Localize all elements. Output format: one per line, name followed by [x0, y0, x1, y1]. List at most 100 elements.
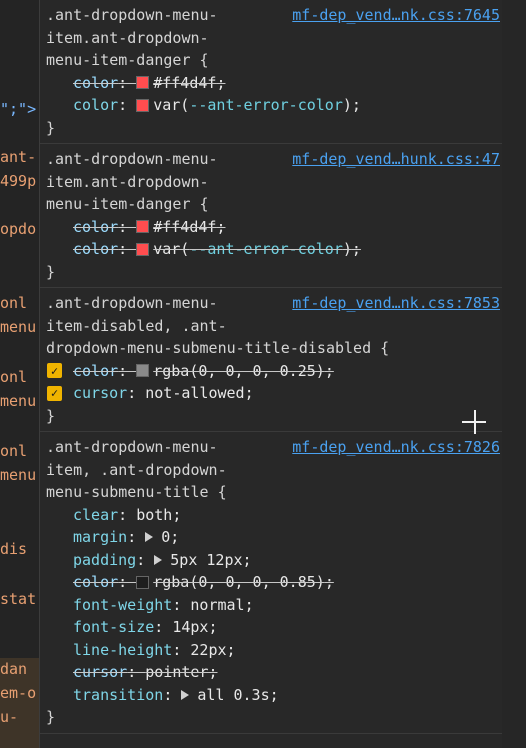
rule-closing-brace: } — [46, 406, 56, 425]
gutter-text-fragment: dan — [0, 660, 28, 678]
declaration-property[interactable]: transition — [73, 686, 163, 704]
declaration-colon: : — [163, 685, 182, 704]
declaration-semicolon: ; — [226, 640, 236, 659]
css-declaration[interactable]: ✓ color: rgba(0, 0, 0, 0.25); — [46, 360, 502, 383]
gutter-text-fragment: u- — [0, 708, 19, 726]
declaration-property[interactable]: color — [73, 573, 118, 591]
declaration-property[interactable]: color — [73, 96, 118, 114]
gutter-text-fragment: menu — [0, 318, 37, 336]
declaration-value[interactable]: both — [136, 506, 172, 524]
declaration-value[interactable]: rgba(0, 0, 0, 0.25) — [153, 362, 325, 380]
gutter-text-fragment: em-o — [0, 684, 37, 702]
rule-closing-brace: } — [46, 708, 56, 726]
color-swatch-icon[interactable] — [136, 220, 150, 234]
declaration-property[interactable]: color — [73, 240, 118, 258]
css-declaration[interactable]: font-weight: normal; — [46, 594, 502, 617]
declaration-semicolon: ; — [324, 573, 334, 592]
declaration-checkbox[interactable]: ✓ — [47, 363, 62, 379]
css-declaration[interactable]: color: var(--ant-error-color); — [46, 238, 502, 261]
declaration-property[interactable]: color — [73, 74, 118, 92]
declaration-colon: : — [127, 663, 146, 682]
declaration-value[interactable]: pointer — [145, 663, 208, 681]
css-declaration[interactable]: color: var(--ant-error-color); — [46, 94, 502, 117]
gutter-text-fragment: opdo — [0, 220, 37, 238]
declaration-semicolon: ; — [351, 240, 361, 259]
declaration-semicolon: ; — [208, 618, 218, 637]
declaration-value[interactable]: var(--ant-error-color) — [153, 96, 352, 114]
css-declaration[interactable]: cursor: pointer; — [46, 661, 502, 684]
declaration-value[interactable]: 5px 12px — [170, 551, 242, 569]
declaration-property[interactable]: line-height — [73, 641, 172, 659]
declaration-value[interactable]: 22px — [190, 641, 226, 659]
declaration-colon: : — [172, 640, 191, 659]
declaration-value[interactable]: all 0.3s — [197, 686, 269, 704]
css-declaration[interactable]: color: #ff4d4f; — [46, 216, 502, 239]
declaration-colon: : — [118, 573, 137, 592]
expand-triangle-icon[interactable] — [145, 532, 154, 543]
declaration-colon: : — [118, 505, 137, 524]
declaration-property[interactable]: font-size — [73, 618, 154, 636]
css-declaration[interactable]: color: rgba(0, 0, 0, 0.85); — [46, 571, 502, 594]
color-swatch-icon[interactable] — [136, 98, 150, 112]
css-rule-block: .ant-dropdown-menu- item, .ant-dropdown-… — [40, 432, 502, 734]
gutter-text-fragment: onl — [0, 442, 28, 460]
declaration-property[interactable]: clear — [73, 506, 118, 524]
declaration-semicolon: ; — [244, 595, 254, 614]
gutter-text-fragment: 499p — [0, 172, 37, 190]
css-declaration[interactable]: line-height: 22px; — [46, 639, 502, 662]
declaration-value[interactable]: #ff4d4f — [153, 218, 216, 236]
declaration-property[interactable]: color — [73, 362, 118, 380]
declaration-colon: : — [118, 240, 137, 259]
declaration-value[interactable]: 0 — [161, 528, 170, 546]
declaration-colon: : — [172, 595, 191, 614]
color-swatch-icon[interactable] — [136, 364, 150, 378]
declaration-property[interactable]: cursor — [73, 384, 127, 402]
css-declaration[interactable]: margin: 0; — [46, 526, 502, 549]
declaration-colon: : — [136, 550, 155, 569]
declaration-semicolon: ; — [351, 96, 361, 115]
css-declaration[interactable]: ✓ cursor: not-allowed; — [46, 382, 502, 405]
rule-source-link[interactable]: mf-dep_vend…hunk.css:47 — [292, 150, 500, 168]
declaration-semicolon: ; — [244, 384, 254, 403]
scrollbar-track[interactable] — [502, 0, 526, 748]
declaration-value[interactable]: var(--ant-error-color) — [153, 240, 352, 258]
declaration-checkbox[interactable]: ✓ — [47, 385, 62, 401]
declaration-property[interactable]: font-weight — [73, 596, 172, 614]
declaration-property[interactable]: color — [73, 218, 118, 236]
color-swatch-icon[interactable] — [136, 242, 150, 256]
declaration-semicolon: ; — [208, 663, 218, 682]
declaration-value[interactable]: not-allowed — [145, 384, 244, 402]
declaration-semicolon: ; — [269, 685, 279, 704]
rule-source-link[interactable]: mf-dep_vend…nk.css:7645 — [292, 6, 500, 24]
expand-triangle-icon[interactable] — [154, 554, 163, 565]
declaration-property[interactable]: margin — [73, 528, 127, 546]
declaration-semicolon: ; — [216, 217, 226, 236]
rule-closing-brace: } — [46, 118, 56, 137]
declaration-colon: : — [118, 361, 137, 380]
declaration-value[interactable]: 14px — [172, 618, 208, 636]
css-declaration[interactable]: clear: both; — [46, 504, 502, 527]
expand-triangle-icon[interactable] — [181, 689, 190, 700]
declaration-property[interactable]: padding — [73, 551, 136, 569]
declaration-value[interactable]: rgba(0, 0, 0, 0.85) — [153, 573, 325, 591]
declaration-property[interactable]: cursor — [73, 663, 127, 681]
css-declaration[interactable]: color: #ff4d4f; — [46, 72, 502, 95]
declaration-colon: : — [127, 528, 146, 547]
color-swatch-icon[interactable] — [136, 76, 150, 90]
color-swatch-icon[interactable] — [136, 575, 150, 589]
rule-source-link[interactable]: mf-dep_vend…nk.css:7826 — [292, 438, 500, 456]
gutter-text-fragment: onl — [0, 294, 28, 312]
css-declaration[interactable]: transition: all 0.3s; — [46, 684, 502, 707]
css-declaration[interactable]: padding: 5px 12px; — [46, 549, 502, 572]
rule-source-link[interactable]: mf-dep_vend…nk.css:7853 — [292, 294, 500, 312]
css-rule-block: .ant-dropdown-menu- item-disabled, .ant-… — [40, 288, 502, 432]
crosshair-cursor-icon — [462, 410, 488, 436]
css-declaration[interactable]: font-size: 14px; — [46, 616, 502, 639]
gutter-text-fragment: ";"> — [0, 100, 37, 118]
elements-panel-gutter: ";"> ant- 499p opdo onl menu onl menu onl menu dis… — [0, 0, 40, 748]
declaration-colon: : — [154, 618, 173, 637]
gutter-text-fragment: menu — [0, 466, 37, 484]
declaration-value[interactable]: #ff4d4f — [153, 74, 216, 92]
declaration-value[interactable]: normal — [190, 596, 244, 614]
declaration-colon: : — [118, 217, 137, 236]
